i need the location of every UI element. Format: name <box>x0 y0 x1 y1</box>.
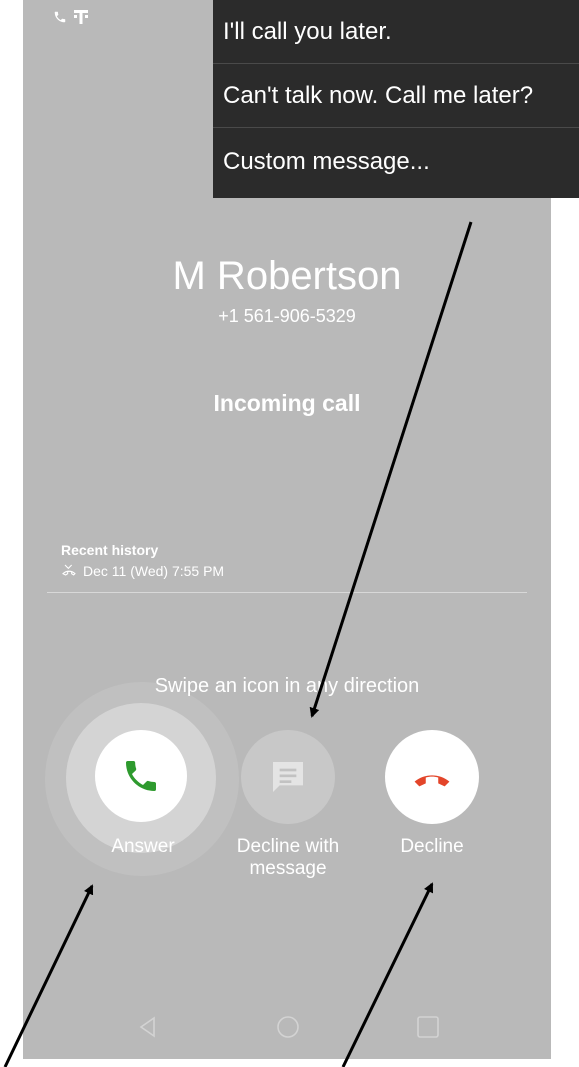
arrow-to-decline <box>341 882 434 1067</box>
arrow-to-answer <box>3 884 94 1067</box>
annotation-arrows <box>3 221 473 1067</box>
arrow-to-decline-with-message <box>309 221 473 718</box>
